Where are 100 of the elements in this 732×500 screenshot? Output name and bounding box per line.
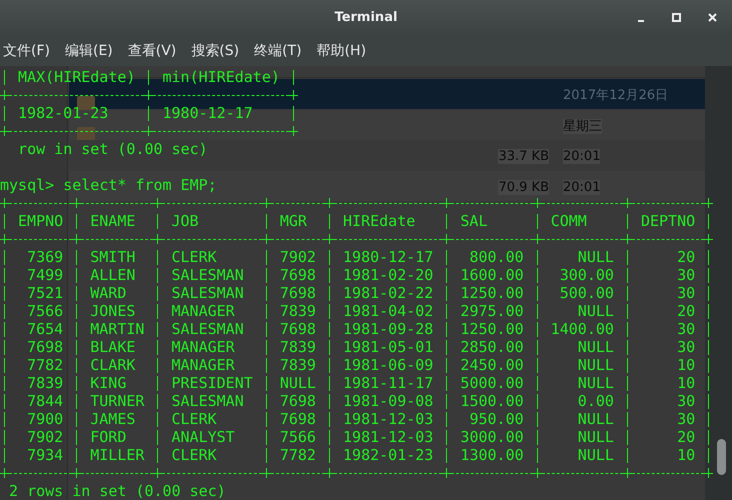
column-header-text: MAX(HIREdate) <box>18 68 136 86</box>
table-cell: CLERK <box>172 446 217 464</box>
table-cell: 7698 <box>280 266 316 284</box>
table-cell: 7698 <box>280 410 316 428</box>
modified-date: 星期三 <box>563 118 602 134</box>
table-cell: ANALYST <box>172 428 235 446</box>
column-header-text: DEPTNO <box>640 212 696 230</box>
table-cell: 7698 <box>280 392 316 410</box>
table-cell: 7654 <box>27 320 64 338</box>
table-cell: 1500.00 <box>460 392 524 410</box>
table-cell: 20 <box>677 428 696 446</box>
table-cell: NULL <box>578 446 614 464</box>
table-cell: 7839 <box>280 338 316 356</box>
column-header-text: HIREdate <box>343 212 416 230</box>
table-cell: 1980-12-17 <box>162 104 253 122</box>
table-cell: 20 <box>677 302 696 320</box>
table-cell: 1300.00 <box>460 446 524 464</box>
table-cell: 7566 <box>27 302 64 320</box>
table-cell: 2850.00 <box>460 338 524 356</box>
table-cell: 20 <box>677 248 696 266</box>
table-cell: 30 <box>677 410 696 428</box>
window-title: Terminal <box>334 9 398 28</box>
table-cell: 7698 <box>280 320 316 338</box>
table-cell: 1981-09-08 <box>343 392 434 410</box>
table-cell: JONES <box>90 302 136 320</box>
table-cell: 30 <box>677 284 696 302</box>
table-cell: MANAGER <box>172 338 235 356</box>
table-cell: SALESMAN <box>172 392 244 410</box>
table-cell: KING <box>90 374 126 392</box>
table-cell: SMITH <box>90 248 136 266</box>
command-text: select* from EMP; <box>63 176 217 194</box>
table-cell: 7782 <box>27 356 64 374</box>
table-cell: NULL <box>578 374 614 392</box>
table-cell: NULL <box>578 428 614 446</box>
table-cell: 7521 <box>27 284 64 302</box>
column-header-text: min(HIREdate) <box>162 68 280 86</box>
table-cell: 7839 <box>280 356 316 374</box>
table-cell: 7369 <box>27 248 64 266</box>
folder-icon <box>77 126 95 141</box>
table-cell: 7839 <box>27 374 64 392</box>
table-cell: 7934 <box>27 446 64 464</box>
table-cell: CLARK <box>90 356 136 374</box>
table-cell: 1981-02-22 <box>343 284 434 302</box>
table-cell: 1981-12-03 <box>343 428 434 446</box>
table-cell: 800.00 <box>469 248 524 266</box>
table-cell: 1982-01-23 <box>343 446 434 464</box>
table-cell: 7839 <box>280 302 316 320</box>
table-cell: ALLEN <box>90 266 136 284</box>
column-header-text: ENAME <box>90 212 136 230</box>
modified-date: 2017年12月26日 <box>563 88 668 103</box>
table-cell: NULL <box>578 410 614 428</box>
table-cell: 10 <box>677 446 696 464</box>
modified-date: 20:01 <box>563 180 600 195</box>
table-cell: 30 <box>677 338 696 356</box>
table-cell: 1981-11-17 <box>343 374 434 392</box>
table-cell: FORD <box>90 428 126 446</box>
menu-item[interactable]: 搜索(S) <box>191 40 240 62</box>
menu-item[interactable]: 帮助(H) <box>316 40 366 62</box>
column-header-text: JOB <box>172 212 199 230</box>
menu-item[interactable]: 编辑(E) <box>64 40 113 62</box>
table-cell: 30 <box>677 392 696 410</box>
table-cell: MARTIN <box>90 320 144 338</box>
column-header-text: EMPNO <box>18 212 64 230</box>
table-cell: 0.00 <box>578 392 614 410</box>
table-cell: 7698 <box>280 284 316 302</box>
table-cell: 7844 <box>27 392 64 410</box>
table-cell: 1981-04-02 <box>343 302 434 320</box>
table-cell: SALESMAN <box>172 320 244 338</box>
table-cell: 300.00 <box>560 266 614 284</box>
table-cell: CLERK <box>172 248 217 266</box>
table-cell: 1981-05-01 <box>343 338 434 356</box>
table-cell: 7566 <box>280 428 316 446</box>
table-cell: 30 <box>677 320 696 338</box>
table-cell: 1981-02-20 <box>343 266 434 284</box>
scrollbar-thumb[interactable] <box>717 439 726 475</box>
table-cell: 2975.00 <box>460 302 524 320</box>
menu-item[interactable]: 终端(T) <box>254 40 302 62</box>
column-header-text: MGR <box>280 212 307 230</box>
table-cell: 7499 <box>27 266 64 284</box>
table-cell: 1981-09-28 <box>343 320 434 338</box>
table-cell: 1981-12-03 <box>343 410 434 428</box>
table-cell: NULL <box>578 338 614 356</box>
table-cell: 1600.00 <box>460 266 524 284</box>
modified-date: 20:01 <box>563 149 600 164</box>
table-cell: 7900 <box>27 410 64 428</box>
table-cell: PRESIDENT <box>172 374 253 392</box>
table-cell: 1250.00 <box>460 320 524 338</box>
column-header-text: COMM <box>550 212 587 230</box>
table-cell: MANAGER <box>172 356 235 374</box>
table-cell: 5000.00 <box>460 374 524 392</box>
table-cell: 3000.00 <box>460 428 524 446</box>
table-cell: 7902 <box>280 248 316 266</box>
table-cell: 950.00 <box>469 410 524 428</box>
menu-item[interactable]: 文件(F) <box>3 40 50 62</box>
table-cell: MILLER <box>90 446 144 464</box>
table-cell: NULL <box>578 248 614 266</box>
table-cell: NULL <box>578 356 614 374</box>
file-size: 33.7 KB <box>498 149 549 164</box>
menu-item[interactable]: 查看(V) <box>128 40 176 62</box>
table-cell: 10 <box>677 356 696 374</box>
